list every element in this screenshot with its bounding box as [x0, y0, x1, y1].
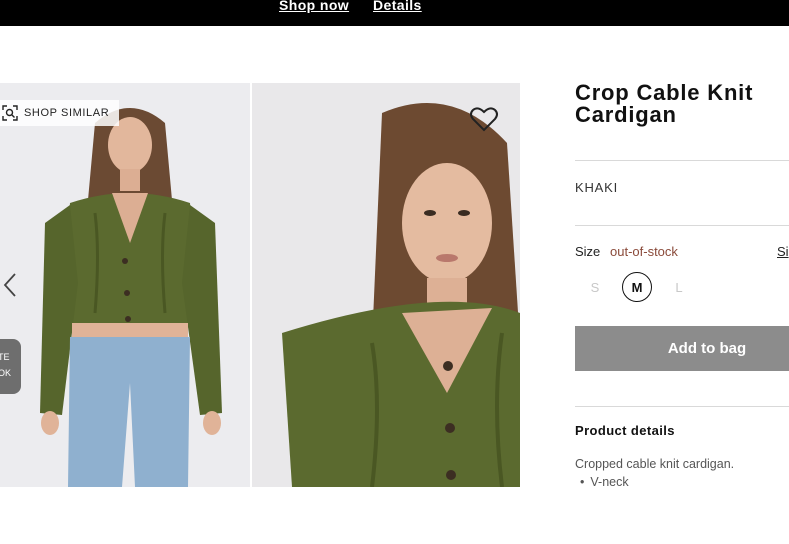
product-image-1[interactable] [0, 83, 250, 487]
complete-look-line1: TE [0, 352, 10, 362]
promo-banner: Shop now Details [0, 0, 789, 26]
bullet-text: V-neck [590, 475, 629, 489]
visual-search-icon [2, 105, 18, 121]
divider [575, 160, 789, 161]
size-option-l[interactable]: L [664, 272, 694, 302]
product-details-heading[interactable]: Product details [575, 423, 675, 438]
size-guide-link[interactable]: Si [777, 244, 789, 259]
chevron-left-icon[interactable] [2, 272, 18, 298]
size-label: Size [575, 244, 601, 259]
size-option-s[interactable]: S [580, 272, 610, 302]
shop-now-link[interactable]: Shop now [279, 0, 349, 13]
color-name: KHAKI [575, 180, 619, 195]
size-stock-status: out-of-stock [610, 244, 678, 259]
divider [575, 406, 789, 407]
product-gallery: SHOP SIMILAR TE OK [0, 83, 520, 487]
product-details-bullet: • V-neck [580, 475, 629, 489]
size-options: S M L [580, 272, 694, 302]
add-to-bag-button[interactable]: Add to bag [575, 326, 789, 371]
complete-the-look-tab[interactable]: TE OK [0, 339, 21, 394]
product-details-description: Cropped cable knit cardigan. [575, 457, 735, 471]
details-link[interactable]: Details [373, 0, 422, 13]
bullet-dot: • [580, 475, 585, 489]
complete-look-line2: OK [0, 368, 12, 378]
size-option-m[interactable]: M [622, 272, 652, 302]
heart-icon[interactable] [469, 104, 499, 134]
shop-similar-button[interactable]: SHOP SIMILAR [0, 100, 120, 126]
divider [575, 225, 789, 226]
shop-similar-label: SHOP SIMILAR [24, 107, 110, 119]
product-title: Crop Cable Knit Cardigan [575, 80, 754, 127]
product-image-2[interactable] [252, 83, 520, 487]
